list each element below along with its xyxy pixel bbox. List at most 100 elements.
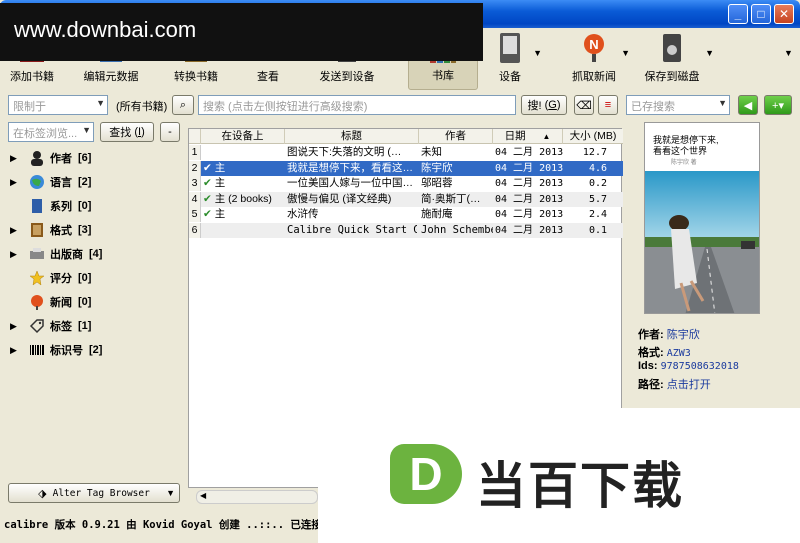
detail-ids: Ids: 9787508632018 — [638, 360, 739, 372]
chevron-down-icon[interactable]: ▼ — [533, 48, 542, 58]
detail-ids-label: Ids: — [638, 360, 658, 372]
detail-path: 路径: 点击打开 — [638, 376, 711, 392]
column-author[interactable]: 作者 — [419, 129, 493, 144]
table-row[interactable]: 1 图说天下:失落的文明 (… 未知 04 二月 2013 12.7 — [189, 145, 623, 160]
chevron-right-icon[interactable]: ▶ — [10, 321, 28, 332]
cell-title: 一位美国人嫁与一位中国… — [287, 177, 413, 189]
row-number: 6 — [189, 222, 201, 238]
maximize-button[interactable]: □ — [751, 4, 771, 24]
add-book-label: 添加书籍 — [10, 71, 54, 83]
table-row[interactable]: 5 ✔ 主水浒传 施耐庵 04 二月 2013 2.4 — [189, 207, 623, 222]
tag-category[interactable]: 评分 [0] — [10, 268, 91, 288]
chevron-right-icon[interactable]: ▶ — [10, 225, 28, 236]
table-header: 在设备上 标题 作者 日期 ▲ 大小 (MB) — [189, 129, 623, 144]
chevron-down-icon[interactable]: ▼ — [705, 48, 714, 58]
cell-title: 傲慢与偏见 (译文经典) — [287, 192, 392, 205]
tag-category-label: 系列 — [50, 201, 72, 213]
cell-on-device-text: 主 — [214, 208, 226, 220]
tag-category[interactable]: ▶ 标签 [1] — [10, 316, 91, 336]
tag-find-key: I — [138, 126, 142, 138]
column-size[interactable]: 大小 (MB) — [563, 129, 623, 144]
detail-ids-value[interactable]: 9787508632018 — [661, 361, 739, 372]
alter-tag-browser-label: Alter Tag Browser — [52, 487, 150, 499]
search-button[interactable]: 搜! (G) — [521, 95, 567, 115]
chevron-right-icon[interactable]: ▶ — [10, 177, 28, 188]
detail-author-value[interactable]: 陈宇欣 — [667, 329, 700, 341]
table-horizontal-scrollbar[interactable]: ◀ — [196, 490, 318, 504]
copy-search-button[interactable]: ≡ — [598, 95, 618, 115]
alter-tag-browser-button[interactable]: ⬗ Alter Tag Browser ▼ — [8, 483, 180, 503]
clear-icon: ⌫ — [576, 99, 592, 112]
tag-category[interactable]: ▶ 出版商 [4] — [10, 244, 102, 264]
search-placeholder: 搜索 (点击左侧按钮进行高级搜索) — [203, 101, 368, 113]
cell-size: 0.2 — [588, 178, 607, 189]
save-to-disk-label: 保存到磁盘 — [644, 71, 700, 83]
chevron-right-icon[interactable]: ▶ — [10, 153, 28, 164]
table-row[interactable]: 2 ✔ 主我就是想停下来，看看这… 陈宇欣 04 二月 2013 4.6 — [189, 160, 623, 176]
detail-author: 作者: 陈宇欣 — [638, 326, 700, 342]
tag-category[interactable]: 新闻 [0] — [10, 292, 91, 312]
column-date[interactable]: 日期 ▲ — [493, 129, 563, 144]
close-button[interactable]: ✕ — [774, 4, 794, 24]
column-title[interactable]: 标题 — [285, 129, 419, 144]
tag-category[interactable]: ▶ 作者 [6] — [10, 148, 91, 168]
add-saved-search-button[interactable]: +▾ — [764, 95, 792, 115]
cover-author-line: 陈宇欣 著 — [671, 160, 697, 166]
watermark-banner: www.downbai.com — [0, 3, 483, 61]
saved-search-select[interactable]: 已存搜索 ▼ — [626, 95, 730, 115]
chevron-down-icon: ▼ — [96, 98, 105, 108]
device-button[interactable]: 设备 ▼ — [490, 28, 542, 90]
cell-on-device-text: 主 (2 books) — [214, 192, 272, 205]
cover-title-line2: 看看这个世界 — [653, 146, 708, 156]
cell-size: 12.7 — [582, 147, 607, 158]
tag-category[interactable]: ▶ 语言 [2] — [10, 172, 91, 192]
row-number: 4 — [189, 191, 201, 207]
clear-search-button[interactable]: ⌫ — [574, 95, 594, 115]
tag-category[interactable]: ▶ 格式 [3] — [10, 220, 91, 240]
fetch-news-button[interactable]: N 抓取新闻 ▼ — [570, 28, 630, 90]
ereader-icon — [495, 32, 525, 64]
search-input[interactable]: 搜索 (点击左侧按钮进行高级搜索) — [198, 95, 516, 115]
cell-author: John Schember — [421, 223, 493, 236]
chevron-down-icon: ▼ — [82, 125, 91, 135]
apply-saved-search-button[interactable]: ◀ — [738, 95, 758, 115]
table-row[interactable]: 6Calibre Quick Start GuideJohn Schember0… — [189, 222, 623, 238]
minimize-button[interactable]: _ — [728, 4, 748, 24]
restrict-select[interactable]: 限制于 ▼ — [8, 95, 108, 115]
row-number-header — [189, 129, 201, 144]
detail-path-value[interactable]: 点击打开 — [667, 379, 711, 391]
tag-category-label: 新闻 — [50, 297, 72, 309]
book-cover[interactable]: 我就是想停下来, 看看这个世界 陈宇欣 著 — [644, 122, 760, 314]
tag-collapse-button[interactable]: - — [160, 122, 180, 142]
chevron-right-icon[interactable]: ▶ — [10, 249, 28, 260]
cell-size: 2.4 — [588, 209, 607, 220]
tag-category-count: [0] — [78, 272, 92, 284]
save-to-disk-button[interactable]: 保存到磁盘 ▼ — [642, 28, 714, 90]
cell-title: 我就是想停下来，看看这… — [287, 161, 413, 174]
table-row[interactable]: 3 ✔ 主一位美国人嫁与一位中国… 邬昭蓉 04 二月 2013 0.2 — [189, 176, 623, 191]
cell-author: 邬昭蓉 — [421, 177, 453, 189]
send-to-device-label: 发送到设备 — [319, 71, 375, 83]
cell-on-device: ✔ 主 — [203, 176, 285, 191]
save-disk-icon — [657, 32, 687, 64]
sort-ascending-icon: ▲ — [542, 132, 551, 141]
detail-format-value[interactable]: AZW3 — [667, 348, 691, 359]
cell-size: 5.7 — [588, 193, 607, 205]
chevron-down-icon[interactable]: ▼ — [621, 48, 630, 58]
scroll-left-icon[interactable]: ◀ — [200, 491, 206, 500]
chevron-right-icon[interactable]: ▶ — [10, 345, 28, 356]
cell-author: 简·奥斯丁(… — [421, 192, 481, 205]
tag-filter-input[interactable]: 在标签浏览... ▼ — [8, 122, 94, 142]
printer-icon — [28, 246, 46, 262]
tag-category[interactable]: ▶ 标识号 [2] — [10, 340, 102, 360]
tag-category[interactable]: 系列 [0] — [10, 196, 91, 216]
cell-title: 图说天下:失落的文明 (… — [287, 146, 402, 158]
tag-find-button[interactable]: 查找 (I) — [100, 122, 154, 142]
column-on-device[interactable]: 在设备上 — [201, 129, 285, 144]
column-date-label: 日期 — [504, 130, 526, 142]
table-row[interactable]: 4 ✔ 主 (2 books) 傲慢与偏见 (译文经典) 简·奥斯丁(… 04 二月 2… — [189, 191, 623, 207]
advanced-search-button[interactable]: ⌕ — [172, 95, 194, 115]
cell-author: 未知 — [421, 146, 442, 158]
library-label: 书库 — [432, 70, 454, 82]
toolbar-overflow-icon[interactable]: ▼ — [784, 48, 793, 58]
